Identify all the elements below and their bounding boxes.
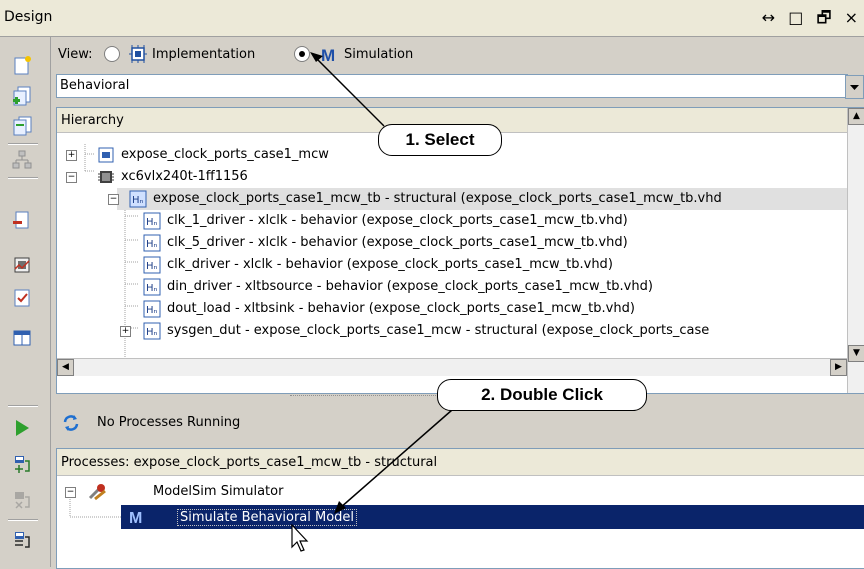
svg-text:Hₙ: Hₙ [146,217,158,228]
simulator-tools-icon [87,483,109,501]
project-icon [97,146,115,164]
process-label: ModelSim Simulator [153,484,284,499]
tree-row[interactable]: − xc6vlx240t-1ff1156 [57,166,847,188]
dropdown-arrow-icon[interactable] [845,75,864,99]
tree-label: sysgen_dut - expose_clock_ports_case1_mc… [167,323,710,338]
device-chip-icon [97,168,115,186]
collapse-icon[interactable]: − [65,487,76,498]
process-row[interactable]: − ModelSim Simulator [57,481,864,503]
callout-double-click: 2. Double Click [437,379,647,411]
left-toolbar [0,37,51,567]
tree-label: din_driver - xltbsource - behavior (expo… [167,279,653,294]
new-source-icon[interactable] [11,55,33,77]
svg-text:Hₙ: Hₙ [146,305,158,316]
tree-label: dout_load - xltbsink - behavior (expose_… [167,301,635,316]
tree-row[interactable]: Hₙ clk_1_driver - xlclk - behavior (expo… [57,210,847,232]
collapse-icon[interactable]: − [66,172,77,183]
scroll-down-icon[interactable]: ▼ [848,345,864,362]
svg-text:Hₙ: Hₙ [146,239,158,250]
hierarchy-icon[interactable] [11,149,33,171]
view-dropdown-value: Behavioral [60,78,130,93]
vhdl-module-icon: Hₙ [143,234,161,252]
hierarchy-horizontal-scrollbar[interactable]: ◀ ▶ [57,358,847,376]
tree-label: xc6vlx240t-1ff1156 [121,169,248,184]
tree-label: expose_clock_ports_case1_mcw_tb - struct… [153,191,722,206]
tree-row[interactable]: + Hₙ sysgen_dut - expose_clock_ports_cas… [57,320,847,342]
tree-row-selected[interactable]: − Hₙ expose_clock_ports_case1_mcw_tb - s… [108,188,847,210]
scroll-up-icon[interactable]: ▲ [848,108,864,125]
run-process-icon[interactable] [11,417,33,439]
view-row: View: Implementation M Simulation [58,44,838,68]
layout-icon[interactable] [11,327,33,349]
panel-splitter[interactable] [290,395,460,399]
chip-icon[interactable] [11,254,33,276]
svg-text:Hₙ: Hₙ [146,261,158,272]
callout-select-text: 1. Select [405,130,475,149]
tree-label: clk_driver - xlclk - behavior (expose_cl… [167,257,613,272]
hierarchy-vertical-scrollbar[interactable]: ▲ ▼ [847,108,864,393]
scroll-right-icon[interactable]: ▶ [830,359,847,376]
expand-icon[interactable]: + [120,326,131,337]
mouse-cursor-icon [290,524,310,554]
vhdl-module-icon: Hₙ [143,300,161,318]
process-status-text: No Processes Running [97,415,241,430]
process-label: Simulate Behavioral Model [177,509,358,526]
tree-row[interactable]: Hₙ clk_driver - xlclk - behavior (expose… [57,254,847,276]
simulation-process-icon: M [129,508,147,526]
design-panel-titlebar: Design ↔ □ 🗗 × [0,0,864,37]
checklist-icon[interactable] [11,287,33,309]
remove-source-icon[interactable] [11,209,33,231]
view-label: View: [58,47,93,62]
tree-label: expose_clock_ports_case1_mcw [121,147,329,162]
svg-text:Hₙ: Hₙ [132,195,144,206]
vhdl-module-icon: Hₙ [143,278,161,296]
panel-title: Design [4,9,53,25]
process-properties-icon[interactable] [11,529,33,551]
implementation-radio[interactable] [104,46,120,62]
svg-text:M: M [129,510,142,526]
view-dropdown[interactable]: Behavioral [56,74,864,99]
stop-process-icon[interactable] [11,489,33,511]
tree-row[interactable]: Hₙ dout_load - xltbsink - behavior (expo… [57,298,847,320]
implementation-option[interactable]: Implementation [152,47,255,62]
vhdl-module-icon: Hₙ [129,190,147,208]
add-source-icon[interactable] [11,85,33,107]
expand-icon[interactable]: + [66,150,77,161]
tree-label: clk_5_driver - xlclk - behavior (expose_… [167,235,628,250]
callout-double-click-text: 2. Double Click [481,385,603,404]
implementation-icon [128,44,148,64]
simulation-radio[interactable] [294,46,310,62]
tree-label: clk_1_driver - xlclk - behavior (expose_… [167,213,628,228]
tree-row[interactable]: Hₙ din_driver - xltbsource - behavior (e… [57,276,847,298]
simulation-option[interactable]: Simulation [344,47,413,62]
collapse-icon[interactable]: − [108,194,119,205]
vhdl-module-icon: Hₙ [143,256,161,274]
svg-text:M: M [321,46,335,64]
processes-panel: Processes: expose_clock_ports_case1_mcw_… [56,448,864,569]
svg-text:Hₙ: Hₙ [146,327,158,338]
simulation-radio-dot [299,51,305,57]
vhdl-module-icon: Hₙ [143,212,161,230]
process-row-selected[interactable]: M Simulate Behavioral Model [121,505,864,529]
vhdl-module-icon: Hₙ [143,322,161,340]
window-controls[interactable]: ↔ □ 🗗 × [762,7,862,34]
add-copy-source-icon[interactable] [11,115,33,137]
rerun-process-icon[interactable] [11,453,33,475]
callout-select: 1. Select [378,124,502,156]
refresh-icon[interactable] [61,413,81,433]
tree-row[interactable]: Hₙ clk_5_driver - xlclk - behavior (expo… [57,232,847,254]
simulation-icon: M [320,44,340,64]
svg-text:Hₙ: Hₙ [146,283,158,294]
scroll-left-icon[interactable]: ◀ [57,359,74,376]
